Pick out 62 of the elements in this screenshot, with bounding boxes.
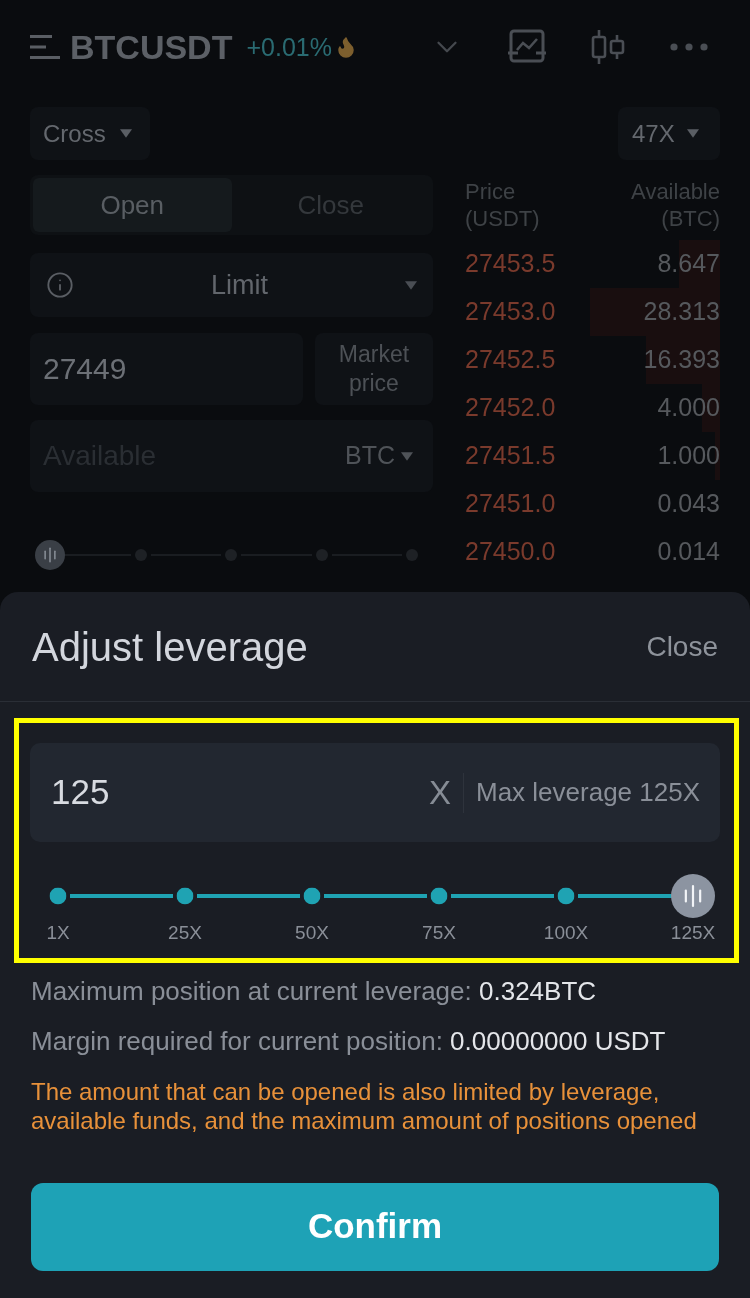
sheet-title: Adjust leverage <box>32 623 308 671</box>
price-change: +0.01% <box>246 34 332 60</box>
caret-icon <box>401 451 413 461</box>
order-side-tab[interactable]: Open <box>33 178 232 232</box>
ask-amount: 16.393 <box>643 344 720 376</box>
order-book-row[interactable]: 27452.5 16.393 <box>465 336 720 384</box>
ask-price: 27450.0 <box>465 536 556 568</box>
tick-label: 50X <box>294 921 330 945</box>
ask-price: 27452.0 <box>465 392 556 424</box>
leverage-dropdown[interactable]: 47X <box>618 107 720 160</box>
order-book-row[interactable]: 27453.5 8.647 <box>465 240 720 288</box>
tick-label: 125X <box>669 921 717 945</box>
slider-thumb[interactable] <box>35 540 65 570</box>
order-type-dropdown[interactable]: Limit <box>30 253 433 317</box>
ask-price: 27451.5 <box>465 440 556 472</box>
ask-amount: 0.043 <box>657 488 720 520</box>
slider-step-dot-icon <box>557 887 575 905</box>
order-book-row[interactable]: 27452.0 4.000 <box>465 384 720 432</box>
caret-icon <box>119 129 132 138</box>
symbol-title[interactable]: BTCUSDT <box>70 30 233 64</box>
order-book-row[interactable]: 27451.5 1.000 <box>465 432 720 480</box>
ask-price: 27452.5 <box>465 344 556 376</box>
ask-price: 27451.0 <box>465 488 556 520</box>
slider-step-dot-icon <box>303 887 321 905</box>
leverage-input[interactable]: 125 <box>51 770 429 815</box>
slider-step-dot-icon <box>49 887 67 905</box>
close-button[interactable]: Close <box>646 625 718 668</box>
warning-text: The amount that can be opened is also limited by leverage, available funds, and the maximum amount of positions opened <box>31 1076 698 1135</box>
leverage-detail: Margin required for current position: 0.00000000 USDT <box>31 1024 667 1057</box>
ask-amount: 4.000 <box>657 392 720 424</box>
tick-label: 75X <box>421 921 457 945</box>
tick-label: 1X <box>45 921 71 945</box>
order-book-row[interactable]: 27450.0 0.014 <box>465 528 720 576</box>
caret-icon <box>405 280 417 290</box>
margin-mode-dropdown[interactable]: Cross <box>30 107 150 160</box>
more-icon[interactable] <box>670 43 708 51</box>
confirm-button[interactable]: Confirm <box>31 1182 719 1271</box>
ask-amount: 0.014 <box>657 536 720 568</box>
chart-icon[interactable] <box>508 29 546 65</box>
order-book-row[interactable]: 27453.0 28.313 <box>465 288 720 336</box>
ask-amount: 28.313 <box>643 296 720 328</box>
candlestick-icon[interactable] <box>590 29 626 65</box>
ask-amount: 1.000 <box>657 440 720 472</box>
caret-icon <box>686 129 699 138</box>
market-price-button[interactable]: Market price <box>315 333 433 405</box>
tick-label: 25X <box>167 921 203 945</box>
slider-thumb[interactable] <box>671 874 715 918</box>
unit-selector[interactable]: BTC <box>345 437 413 475</box>
leverage-detail: Maximum position at current leverage: 0.324BTC <box>31 974 598 1007</box>
max-leverage-label: Max leverage 125X <box>475 776 700 809</box>
order-book-row[interactable]: 27451.0 0.043 <box>465 480 720 528</box>
leverage-input-box[interactable]: 125 X Max leverage 125X <box>30 743 720 842</box>
ask-price: 27453.0 <box>465 296 556 328</box>
slider-step-dot-icon <box>176 887 194 905</box>
slider-step-dot-icon <box>430 887 448 905</box>
tick-label: 100X <box>542 921 590 945</box>
ask-amount: 8.647 <box>657 248 720 280</box>
ask-price: 27453.5 <box>465 248 556 280</box>
info-icon <box>46 271 74 299</box>
price-input[interactable]: 27449 <box>30 333 303 405</box>
menu-icon[interactable] <box>30 34 60 60</box>
unit-label: X <box>428 776 451 809</box>
